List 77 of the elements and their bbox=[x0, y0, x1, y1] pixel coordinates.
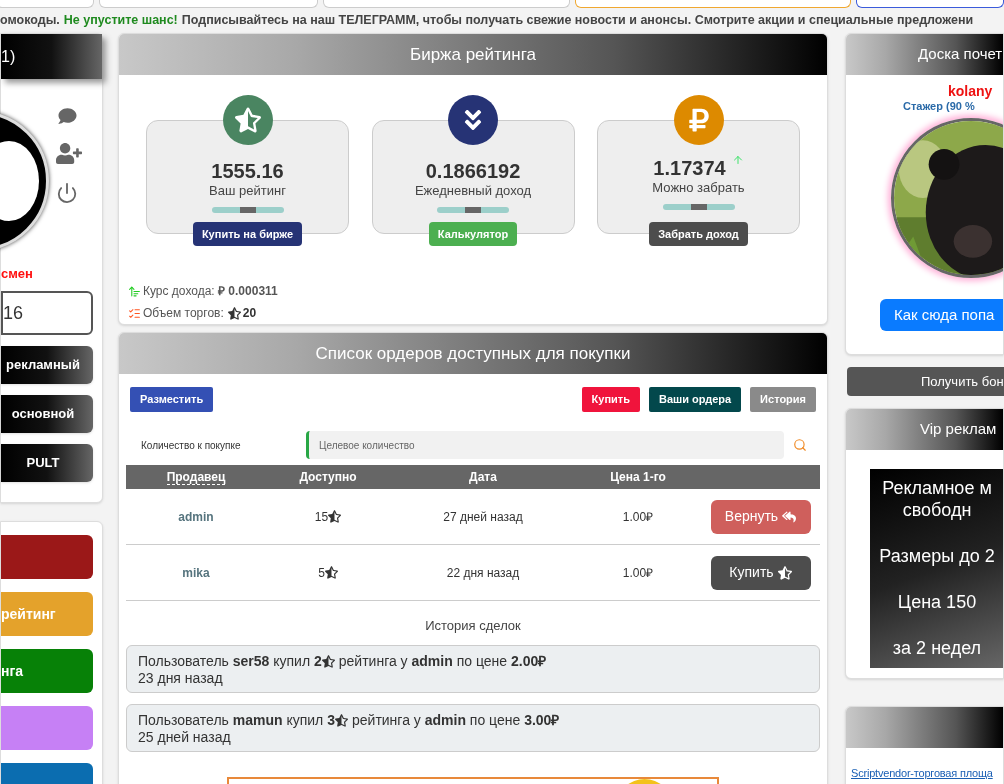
table-cell-text: 27 дней назад bbox=[442, 508, 524, 526]
stat-value: 1.17374 bbox=[653, 156, 726, 180]
stat-value: 1555.16 bbox=[211, 159, 284, 183]
seller-name: mika bbox=[181, 564, 211, 582]
action-button[interactable]: Купить bbox=[581, 387, 640, 412]
profile-button[interactable]: рекламный bbox=[1, 346, 93, 384]
profile-button[interactable]: основной bbox=[1, 395, 93, 433]
row-button[interactable]: Купить bbox=[710, 555, 811, 590]
table-cell-text: 5 bbox=[318, 564, 325, 582]
quantity-label: Количество к покупке bbox=[141, 438, 242, 453]
table-cell-text: 1.00₽ bbox=[621, 564, 655, 582]
table-cell-text: 15 bbox=[314, 508, 329, 526]
top-menu-tab[interactable] bbox=[855, 0, 1004, 8]
bonus-button[interactable]: Получить бон bbox=[847, 367, 1004, 396]
user-rank: Стажер (90 % bbox=[903, 99, 975, 113]
stat-value: 0.1866192 bbox=[425, 159, 521, 183]
history-title: История сделок bbox=[424, 617, 522, 635]
column-header: Доступно bbox=[298, 469, 358, 486]
action-button[interactable]: Ваши ордера bbox=[648, 387, 742, 412]
stat-button[interactable]: Купить на бирже bbox=[192, 222, 303, 246]
ad-text: за 2 недел bbox=[891, 637, 983, 659]
checklist-icon bbox=[128, 306, 141, 320]
user-name[interactable]: kolany bbox=[948, 83, 993, 99]
row-button[interactable]: Вернуть bbox=[710, 499, 811, 534]
star-icon bbox=[328, 510, 342, 523]
ad-text: Размеры до 2 bbox=[878, 545, 996, 567]
star-icon bbox=[335, 713, 348, 727]
action-button[interactable]: Разместить bbox=[130, 387, 214, 412]
deal-time: 25 дней назад bbox=[138, 728, 232, 746]
column-header: Дата bbox=[468, 469, 498, 486]
deal-text: Пользователь ser58 купил 2 bbox=[138, 652, 322, 670]
announcement-text: Подписывайтесь на наш ТЕЛЕГРАММ, чтобы получать свежие новости и анонсы. Смотрите акции и специальные предложени bbox=[181, 12, 974, 30]
table-cell-text: 22 дня назад bbox=[445, 564, 521, 582]
search-icon[interactable] bbox=[793, 438, 807, 452]
quantity-field[interactable]: Целевое количество bbox=[306, 431, 784, 459]
chat-icon[interactable] bbox=[56, 107, 78, 125]
star-icon bbox=[777, 565, 792, 580]
column-header[interactable]: Продавец bbox=[166, 469, 226, 485]
balance-field[interactable]: 16 bbox=[1, 291, 93, 335]
sort-up-icon bbox=[128, 284, 141, 298]
profile-title: 1) bbox=[1, 46, 16, 67]
deal-text: Пользователь mamun купил 3 bbox=[138, 711, 335, 729]
power-icon[interactable] bbox=[56, 182, 78, 204]
star-icon bbox=[321, 654, 335, 668]
panel-title: Биржа рейтинга bbox=[410, 43, 536, 66]
add-user-icon[interactable] bbox=[56, 143, 82, 164]
income-rate: Курс дохода: ₽ 0.000311 bbox=[143, 283, 278, 300]
announcement-text: Не упустите шанс! bbox=[63, 12, 178, 30]
reply-icon bbox=[782, 509, 797, 524]
ad-text: свободн bbox=[901, 499, 973, 521]
star-icon bbox=[227, 306, 241, 320]
stat-label: Можно забрать bbox=[652, 180, 745, 196]
volume-label: Объем торгов: bbox=[143, 305, 224, 322]
panel-title: Vip реклам bbox=[920, 419, 997, 440]
stat-button[interactable]: Забрать доход bbox=[649, 222, 748, 246]
profile-button[interactable]: PULT bbox=[1, 444, 93, 482]
star-icon bbox=[324, 566, 338, 579]
deal-text: рейтинга у admin по цене 3.00₽ bbox=[352, 711, 560, 729]
seller-name: admin bbox=[177, 508, 215, 526]
announcement-text: омокоды. bbox=[0, 12, 60, 30]
column-header: Цена 1-го bbox=[609, 469, 667, 486]
ad-text: Рекламное м bbox=[881, 477, 993, 499]
stat-label: Ежедневный доход bbox=[414, 183, 532, 199]
panel-title: Список ордеров доступных для покупки bbox=[315, 342, 631, 365]
arrow-up-icon bbox=[731, 153, 744, 167]
volume-value: 20 bbox=[242, 305, 257, 322]
ad-text: Цена 150 bbox=[896, 591, 978, 613]
deal-text: рейтинга у admin по цене 2.00₽ bbox=[338, 652, 547, 670]
deal-time: 23 дня назад bbox=[138, 669, 224, 687]
table-cell-text: 1.00₽ bbox=[621, 508, 655, 526]
panel-title: Доска почет bbox=[918, 44, 1003, 65]
star-icon bbox=[234, 107, 261, 133]
menu-button[interactable]: нга bbox=[1, 649, 93, 693]
profile-status: смен bbox=[1, 266, 34, 282]
site-link[interactable]: Scriptvendor-торговая площа bbox=[851, 765, 1003, 782]
how-to-get-here-button[interactable]: Как сюда попа bbox=[880, 299, 1003, 331]
stat-label: Ваш рейтинг bbox=[209, 183, 286, 199]
